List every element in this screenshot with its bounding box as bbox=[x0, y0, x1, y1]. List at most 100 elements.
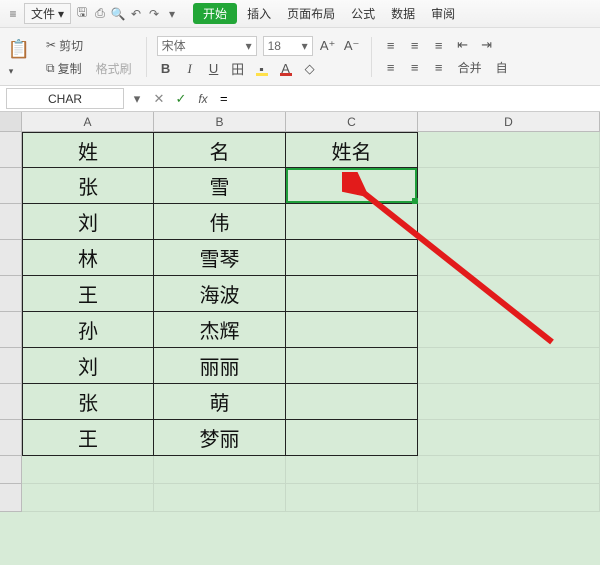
fx-icon[interactable]: fx bbox=[192, 86, 214, 111]
chevron-down-icon[interactable]: ▾ bbox=[165, 7, 179, 21]
cell-b7[interactable]: 丽丽 bbox=[154, 348, 286, 384]
preview-icon[interactable]: 🔍 bbox=[111, 7, 125, 21]
row-header[interactable] bbox=[0, 132, 22, 168]
copy-button[interactable]: ⧉ 复制 bbox=[42, 59, 86, 78]
cell-c5[interactable] bbox=[286, 276, 418, 312]
cell-a4[interactable]: 林 bbox=[22, 240, 154, 276]
confirm-formula-button[interactable]: ✓ bbox=[170, 86, 192, 111]
tab-page-layout[interactable]: 页面布局 bbox=[281, 3, 341, 24]
cell-b11[interactable] bbox=[154, 484, 286, 512]
cell-a6[interactable]: 孙 bbox=[22, 312, 154, 348]
font-size-select[interactable]: 18 ▾ bbox=[263, 36, 313, 56]
row-header[interactable] bbox=[0, 456, 22, 484]
cell-d11[interactable] bbox=[418, 484, 600, 512]
cell-c4[interactable] bbox=[286, 240, 418, 276]
format-painter-button[interactable]: 格式刷 bbox=[92, 59, 136, 78]
cell-d2[interactable] bbox=[418, 168, 600, 204]
cell-d3[interactable] bbox=[418, 204, 600, 240]
row-header[interactable] bbox=[0, 276, 22, 312]
wrap-button[interactable]: 自 bbox=[492, 58, 512, 77]
cell-b3[interactable]: 伟 bbox=[154, 204, 286, 240]
cell-b1[interactable]: 名 bbox=[154, 132, 286, 168]
align-bottom-icon[interactable]: ≡ bbox=[430, 36, 448, 54]
cell-c11[interactable] bbox=[286, 484, 418, 512]
bold-button[interactable]: B bbox=[157, 60, 175, 78]
cut-button[interactable]: ✂ 剪切 bbox=[42, 36, 87, 55]
cell-d8[interactable] bbox=[418, 384, 600, 420]
indent-increase-icon[interactable]: ⇥ bbox=[478, 36, 496, 54]
cell-d9[interactable] bbox=[418, 420, 600, 456]
cell-c10[interactable] bbox=[286, 456, 418, 484]
select-all-corner[interactable] bbox=[0, 112, 22, 131]
save-icon[interactable]: 🖫 bbox=[75, 7, 89, 21]
italic-button[interactable]: I bbox=[181, 60, 199, 78]
cell-b9[interactable]: 梦丽 bbox=[154, 420, 286, 456]
cells-area[interactable]: 姓 名 姓名 张 雪 刘 伟 林 雪琴 bbox=[22, 132, 600, 512]
increase-font-icon[interactable]: A⁺ bbox=[319, 37, 337, 55]
hamburger-icon[interactable]: ≡ bbox=[6, 7, 20, 21]
borders-button[interactable]: 田 bbox=[229, 60, 247, 78]
cell-d1[interactable] bbox=[418, 132, 600, 168]
chevron-down-icon[interactable]: ▾ bbox=[126, 86, 148, 111]
print-icon[interactable]: ⎙ bbox=[93, 7, 107, 21]
formula-input[interactable] bbox=[214, 86, 600, 111]
undo-icon[interactable]: ↶ bbox=[129, 7, 143, 21]
align-left-icon[interactable]: ≡ bbox=[382, 59, 400, 77]
cell-d5[interactable] bbox=[418, 276, 600, 312]
cancel-formula-button[interactable]: ✕ bbox=[148, 86, 170, 111]
fill-color-button[interactable]: 🞍 bbox=[253, 60, 271, 78]
tab-insert[interactable]: 插入 bbox=[241, 3, 277, 24]
cell-b10[interactable] bbox=[154, 456, 286, 484]
cell-a1[interactable]: 姓 bbox=[22, 132, 154, 168]
tab-data[interactable]: 数据 bbox=[385, 3, 421, 24]
row-header[interactable] bbox=[0, 168, 22, 204]
cell-a11[interactable] bbox=[22, 484, 154, 512]
cell-d7[interactable] bbox=[418, 348, 600, 384]
cell-a10[interactable] bbox=[22, 456, 154, 484]
cell-a7[interactable]: 刘 bbox=[22, 348, 154, 384]
redo-icon[interactable]: ↷ bbox=[147, 7, 161, 21]
col-header-a[interactable]: A bbox=[22, 112, 154, 131]
col-header-d[interactable]: D bbox=[418, 112, 600, 131]
cell-c2[interactable] bbox=[286, 168, 418, 204]
cell-b5[interactable]: 海波 bbox=[154, 276, 286, 312]
font-color-button[interactable]: A bbox=[277, 60, 295, 78]
row-header[interactable] bbox=[0, 420, 22, 456]
cell-c1[interactable]: 姓名 bbox=[286, 132, 418, 168]
clear-format-button[interactable]: ◇ bbox=[301, 60, 319, 78]
cell-c6[interactable] bbox=[286, 312, 418, 348]
col-header-b[interactable]: B bbox=[154, 112, 286, 131]
cell-d10[interactable] bbox=[418, 456, 600, 484]
cell-b2[interactable]: 雪 bbox=[154, 168, 286, 204]
cell-c7[interactable] bbox=[286, 348, 418, 384]
row-header[interactable] bbox=[0, 312, 22, 348]
cell-a9[interactable]: 王 bbox=[22, 420, 154, 456]
cell-b8[interactable]: 萌 bbox=[154, 384, 286, 420]
row-header[interactable] bbox=[0, 484, 22, 512]
cell-b6[interactable]: 杰辉 bbox=[154, 312, 286, 348]
cell-d4[interactable] bbox=[418, 240, 600, 276]
indent-decrease-icon[interactable]: ⇤ bbox=[454, 36, 472, 54]
cell-a2[interactable]: 张 bbox=[22, 168, 154, 204]
row-header[interactable] bbox=[0, 240, 22, 276]
underline-button[interactable]: U bbox=[205, 60, 223, 78]
decrease-font-icon[interactable]: A⁻ bbox=[343, 37, 361, 55]
cell-b4[interactable]: 雪琴 bbox=[154, 240, 286, 276]
name-box[interactable]: CHAR bbox=[6, 88, 124, 109]
cell-c3[interactable] bbox=[286, 204, 418, 240]
paste-icon[interactable]: 📋 bbox=[6, 37, 32, 63]
row-header[interactable] bbox=[0, 348, 22, 384]
cell-c8[interactable] bbox=[286, 384, 418, 420]
tab-review[interactable]: 审阅 bbox=[425, 3, 461, 24]
file-menu[interactable]: 文件 ▾ bbox=[24, 3, 71, 24]
cell-a5[interactable]: 王 bbox=[22, 276, 154, 312]
cell-a8[interactable]: 张 bbox=[22, 384, 154, 420]
row-header[interactable] bbox=[0, 384, 22, 420]
tab-start[interactable]: 开始 bbox=[193, 3, 237, 24]
font-name-select[interactable]: 宋体 ▾ bbox=[157, 36, 257, 56]
align-middle-icon[interactable]: ≡ bbox=[406, 36, 424, 54]
cell-a3[interactable]: 刘 bbox=[22, 204, 154, 240]
cell-c9[interactable] bbox=[286, 420, 418, 456]
align-right-icon[interactable]: ≡ bbox=[430, 59, 448, 77]
chevron-down-icon[interactable]: ▾ bbox=[6, 67, 16, 77]
